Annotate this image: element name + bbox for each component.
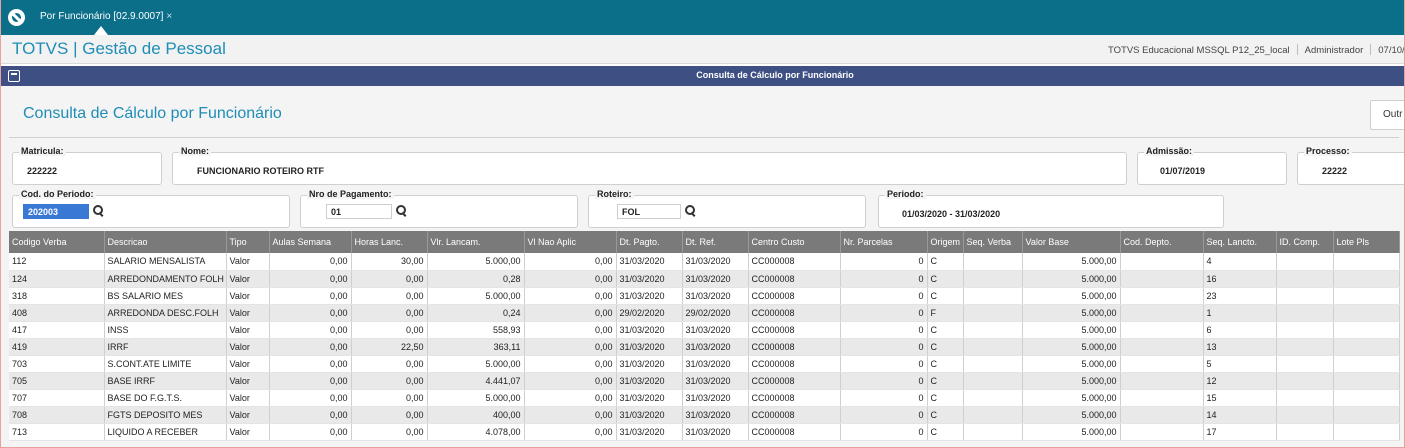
window-frame [0, 0, 1405, 448]
